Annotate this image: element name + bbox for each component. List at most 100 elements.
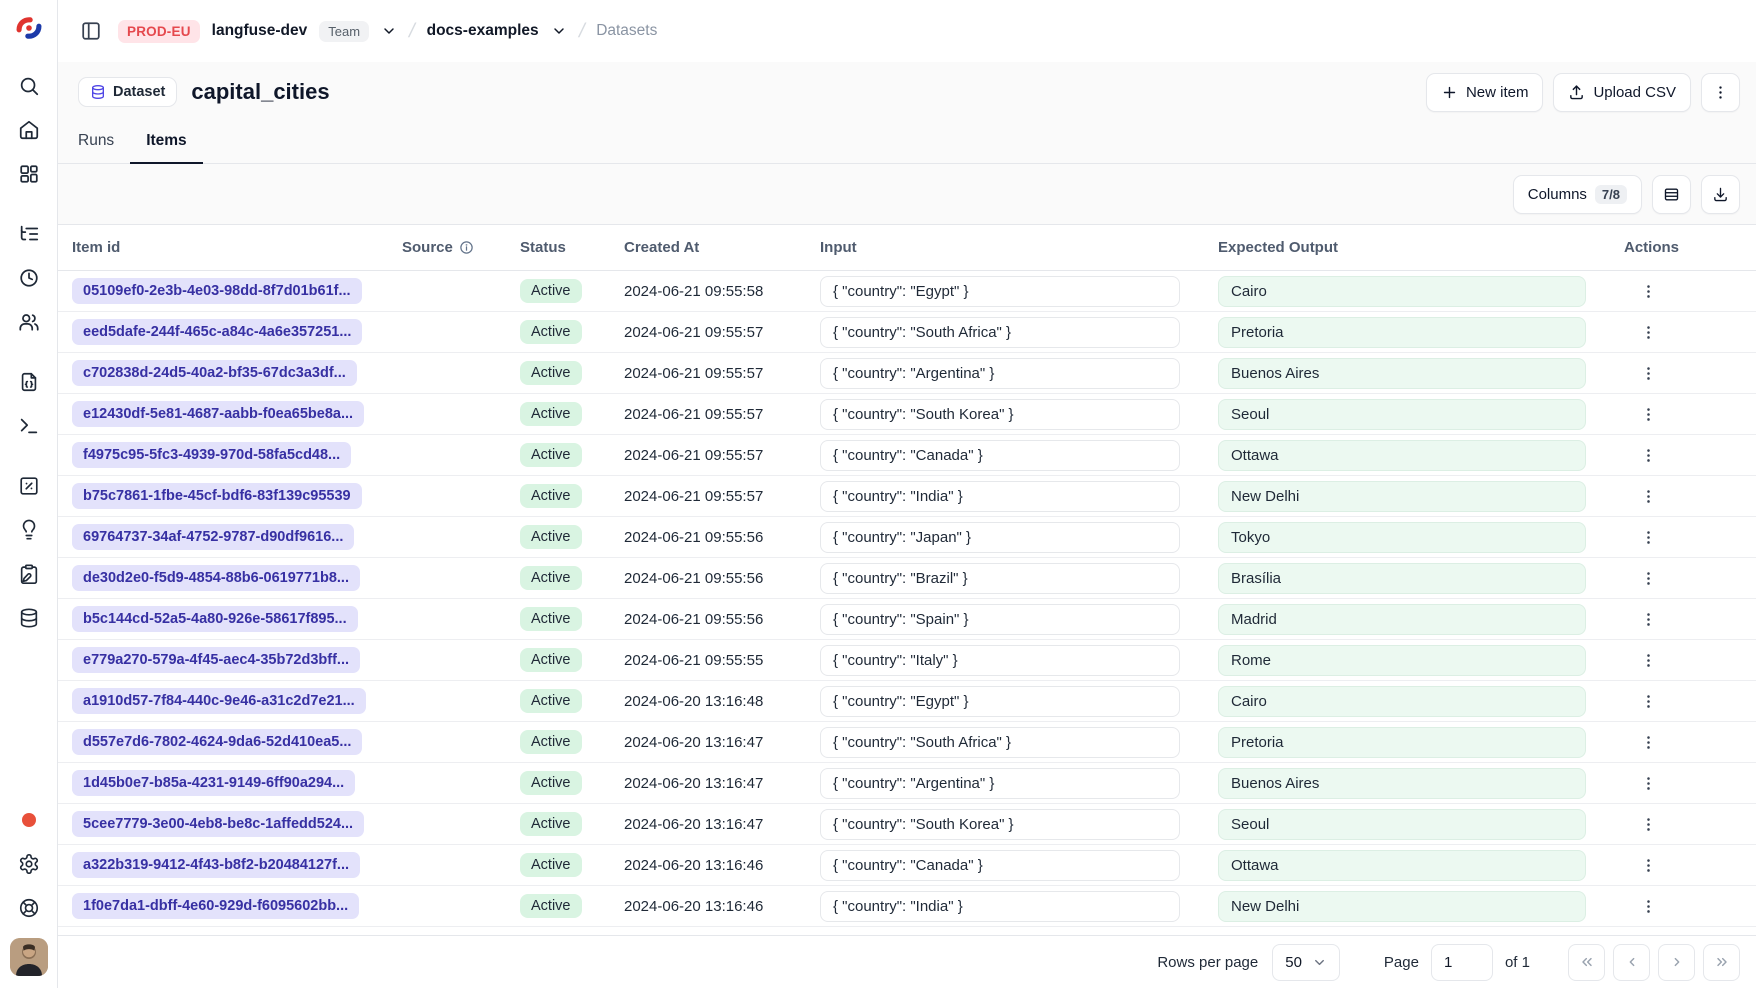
item-id-link[interactable]: de30d2e0-f5d9-4854-88b6-0619771b8... (72, 565, 360, 591)
expected-output-value[interactable]: Buenos Aires (1218, 358, 1586, 389)
sidebar-item-sessions[interactable] (10, 259, 48, 297)
item-id-link[interactable]: c702838d-24d5-40a2-bf35-67dc3a3df... (72, 360, 357, 386)
input-value[interactable]: { "country": "Egypt" } (820, 686, 1180, 717)
sidebar-item-settings[interactable] (10, 845, 48, 883)
row-actions-button[interactable] (1634, 728, 1663, 757)
expected-output-value[interactable]: Rome (1218, 645, 1586, 676)
item-id-link[interactable]: 69764737-34af-4752-9787-d90df9616... (72, 524, 354, 550)
input-value[interactable]: { "country": "Argentina" } (820, 358, 1180, 389)
item-id-link[interactable]: eed5dafe-244f-465c-a84c-4a6e357251... (72, 319, 362, 345)
expected-output-value[interactable]: Madrid (1218, 604, 1586, 635)
input-value[interactable]: { "country": "South Korea" } (820, 399, 1180, 430)
expected-output-value[interactable]: Seoul (1218, 809, 1586, 840)
org-dropdown-trigger[interactable] (381, 23, 397, 39)
langfuse-logo[interactable] (15, 14, 43, 42)
sidebar-item-support[interactable] (10, 889, 48, 927)
columns-button[interactable]: Columns 7/8 (1513, 175, 1642, 214)
item-id-link[interactable]: e12430df-5e81-4687-aabb-f0ea65be8a... (72, 401, 364, 427)
sidebar-item-search[interactable] (10, 67, 48, 105)
export-button[interactable] (1701, 175, 1740, 214)
item-id-link[interactable]: b5c144cd-52a5-4a80-926e-58617f895... (72, 606, 358, 632)
item-id-link[interactable]: e779a270-579a-4f45-aec4-35b72d3bff... (72, 647, 360, 673)
sidebar-item-evaluation[interactable] (10, 467, 48, 505)
sidebar-item-suggestions[interactable] (10, 511, 48, 549)
row-height-button[interactable] (1652, 175, 1691, 214)
input-value[interactable]: { "country": "Japan" } (820, 522, 1180, 553)
item-id-link[interactable]: b75c7861-1fbe-45cf-bdf6-83f139c95539 (72, 483, 362, 509)
input-value[interactable]: { "country": "South Africa" } (820, 317, 1180, 348)
item-id-link[interactable]: 5cee7779-3e00-4eb8-be8c-1affedd524... (72, 811, 364, 837)
item-id-link[interactable]: 05109ef0-2e3b-4e03-98dd-8f7d01b61f... (72, 278, 362, 304)
expected-output-value[interactable]: Pretoria (1218, 317, 1586, 348)
new-item-button[interactable]: New item (1426, 73, 1544, 112)
project-dropdown-trigger[interactable] (551, 23, 567, 39)
row-actions-button[interactable] (1634, 892, 1663, 921)
user-avatar[interactable] (10, 938, 48, 976)
expected-output-value[interactable]: Ottawa (1218, 850, 1586, 881)
expected-output-value[interactable]: Seoul (1218, 399, 1586, 430)
expected-output-value[interactable]: Cairo (1218, 686, 1586, 717)
upload-csv-button[interactable]: Upload CSV (1553, 73, 1691, 112)
previous-page-button[interactable] (1613, 944, 1650, 981)
rows-per-page-select[interactable]: 50 (1272, 944, 1340, 981)
sidebar-item-annotation[interactable] (10, 555, 48, 593)
row-actions-button[interactable] (1634, 851, 1663, 880)
row-actions-button[interactable] (1634, 441, 1663, 470)
row-actions-button[interactable] (1634, 277, 1663, 306)
breadcrumb-section[interactable]: Datasets (596, 22, 657, 40)
row-actions-button[interactable] (1634, 359, 1663, 388)
sidebar-item-prompts[interactable] (10, 363, 48, 401)
input-value[interactable]: { "country": "India" } (820, 481, 1180, 512)
record-indicator[interactable] (10, 801, 48, 839)
input-value[interactable]: { "country": "South Africa" } (820, 727, 1180, 758)
input-value[interactable]: { "country": "Spain" } (820, 604, 1180, 635)
row-actions-button[interactable] (1634, 687, 1663, 716)
row-actions-button[interactable] (1634, 400, 1663, 429)
input-value[interactable]: { "country": "Brazil" } (820, 563, 1180, 594)
first-page-button[interactable] (1568, 944, 1605, 981)
item-id-link[interactable]: 1f0e7da1-dbff-4e60-929d-f6095602bb... (72, 893, 359, 919)
expected-output-value[interactable]: Cairo (1218, 276, 1586, 307)
expected-output-value[interactable]: Pretoria (1218, 727, 1586, 758)
sidebar-item-tracing[interactable] (10, 215, 48, 253)
row-actions-button[interactable] (1634, 564, 1663, 593)
item-id-link[interactable]: a1910d57-7f84-440c-9e46-a31c2d7e21... (72, 688, 366, 714)
expected-output-value[interactable]: Brasília (1218, 563, 1586, 594)
expected-output-value[interactable]: New Delhi (1218, 891, 1586, 922)
item-id-link[interactable]: 1d45b0e7-b85a-4231-9149-6ff90a294... (72, 770, 355, 796)
breadcrumb-org[interactable]: langfuse-dev (212, 22, 308, 40)
row-actions-button[interactable] (1634, 646, 1663, 675)
sidebar-item-users[interactable] (10, 303, 48, 341)
expected-output-value[interactable]: Tokyo (1218, 522, 1586, 553)
row-actions-button[interactable] (1634, 318, 1663, 347)
sidebar-item-dashboards[interactable] (10, 155, 48, 193)
item-id-link[interactable]: a322b319-9412-4f43-b8f2-b20484127f... (72, 852, 360, 878)
sidebar-item-playground[interactable] (10, 407, 48, 445)
sidebar-item-home[interactable] (10, 111, 48, 149)
input-value[interactable]: { "country": "India" } (820, 891, 1180, 922)
sidebar-item-datasets[interactable] (10, 599, 48, 637)
org-type-badge[interactable]: Team (319, 21, 369, 42)
row-actions-button[interactable] (1634, 810, 1663, 839)
tab-runs[interactable]: Runs (78, 132, 130, 164)
row-actions-button[interactable] (1634, 769, 1663, 798)
expected-output-value[interactable]: New Delhi (1218, 481, 1586, 512)
row-actions-button[interactable] (1634, 523, 1663, 552)
expected-output-value[interactable]: Ottawa (1218, 440, 1586, 471)
page-number-input[interactable] (1431, 944, 1493, 981)
breadcrumb-project[interactable]: docs-examples (427, 22, 539, 40)
row-actions-button[interactable] (1634, 482, 1663, 511)
item-id-link[interactable]: f4975c95-5fc3-4939-970d-58fa5cd48... (72, 442, 351, 468)
input-value[interactable]: { "country": "Argentina" } (820, 768, 1180, 799)
environment-badge[interactable]: PROD-EU (118, 20, 200, 43)
input-value[interactable]: { "country": "Egypt" } (820, 276, 1180, 307)
tab-items[interactable]: Items (130, 132, 203, 164)
expected-output-value[interactable]: Buenos Aires (1218, 768, 1586, 799)
input-value[interactable]: { "country": "South Korea" } (820, 809, 1180, 840)
row-actions-button[interactable] (1634, 605, 1663, 634)
dataset-actions-menu-button[interactable] (1701, 73, 1740, 112)
item-id-link[interactable]: d557e7d6-7802-4624-9da6-52d410ea5... (72, 729, 362, 755)
sidebar-toggle-button[interactable] (76, 16, 106, 46)
next-page-button[interactable] (1658, 944, 1695, 981)
input-value[interactable]: { "country": "Canada" } (820, 850, 1180, 881)
